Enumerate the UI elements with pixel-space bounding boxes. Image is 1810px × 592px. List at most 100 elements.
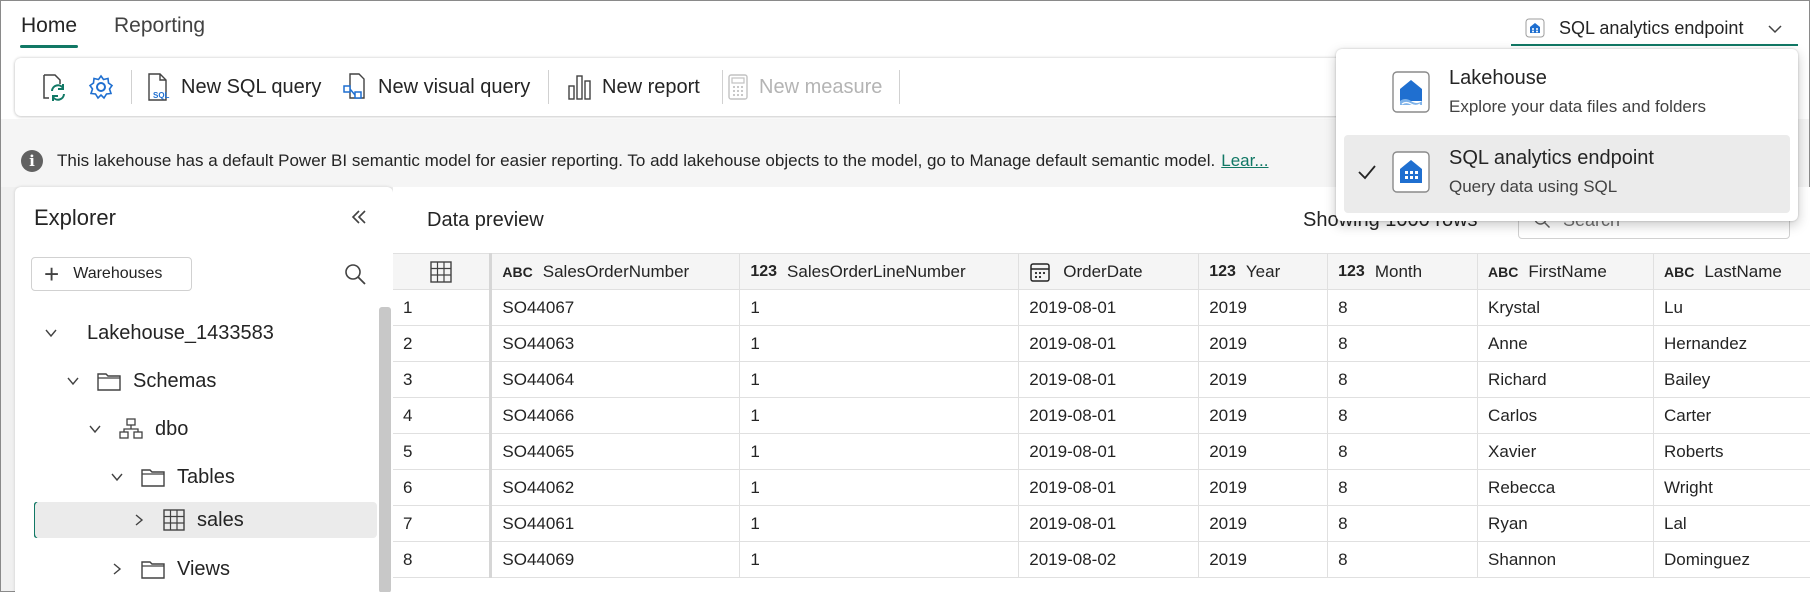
search-icon[interactable] [343,262,367,286]
info-banner: i This lakehouse has a default Power BI … [1,137,1341,185]
chevron-right-icon[interactable] [131,513,147,527]
lakehouse-icon [1392,71,1430,113]
chevron-down-icon[interactable] [43,326,59,340]
text-type-icon: ABC [502,263,533,280]
table-cell: 1 [739,325,1020,362]
table-cell: 2019-08-01 [1018,433,1200,470]
table-row[interactable]: 1 SO44067 1 2019-08-01 2019 8 Krystal Lu [393,289,1810,326]
row-number[interactable]: 4 [393,397,493,434]
tree-item-label: Tables [177,465,235,488]
new-measure-button[interactable]: New measure [725,58,882,116]
table-row[interactable]: 6 SO44062 1 2019-08-01 2019 8 Rebecca Wright [393,469,1810,506]
schema-icon [119,418,143,440]
explorer-title: Explorer [34,205,116,230]
column-name: Year [1245,261,1281,281]
table-cell: 2019-08-01 [1018,397,1200,434]
tree-item-label: sales [197,508,244,531]
table-cell: 2019 [1198,397,1329,434]
table-cell: Carter [1653,397,1810,434]
table-cell: SO44061 [490,505,741,542]
tree-item-sales[interactable]: sales [35,502,377,538]
tree-item-tables[interactable]: Tables [109,459,235,495]
table-icon [430,260,452,283]
info-text: This lakehouse has a default Power BI se… [57,151,1216,170]
table-cell: 2019 [1198,361,1329,398]
table-cell: 1 [739,361,1020,398]
table-row[interactable]: 2 SO44063 1 2019-08-01 2019 8 Anne Hernandez [393,325,1810,362]
refresh-button[interactable] [39,58,75,116]
column-header[interactable]: ABC FirstName [1477,253,1654,290]
data-preview-pane: Data preview Showing 1000 rows Search AB… [393,187,1810,592]
table-cell: 1 [739,433,1020,470]
table-row[interactable]: 8 SO44069 1 2019-08-02 2019 8 Shannon Dominguez [393,541,1810,578]
chevron-down-icon[interactable] [87,422,103,436]
column-header[interactable]: 123 Year [1198,253,1329,290]
table-cell: 2019-08-02 [1018,541,1200,578]
tree-item-views[interactable]: Views [109,551,230,587]
tree-item-lakehouse[interactable]: Lakehouse_1433583 [43,315,274,351]
tree-item-label: dbo [155,417,189,440]
table-cell: 8 [1327,433,1479,470]
new-visual-query-button[interactable]: New visual query [342,58,530,116]
gear-icon [88,74,114,100]
chevron-down-icon[interactable] [65,374,81,388]
option-lakehouse[interactable]: Lakehouse Explore your data files and fo… [1344,55,1790,133]
table-cell: 1 [739,397,1020,434]
table-cell: 1 [739,469,1020,506]
row-number[interactable]: 3 [393,361,493,398]
chevron-down-icon[interactable] [109,470,125,484]
mode-select-dropdown[interactable]: SQL analytics endpoint [1511,12,1798,46]
table-cell: 8 [1327,361,1479,398]
calculator-icon [728,74,748,100]
row-number[interactable]: 8 [393,541,493,578]
chevron-right-icon[interactable] [109,562,125,576]
table-cell: Krystal [1477,289,1654,326]
table-cell: 2019 [1198,469,1329,506]
table-cell: Bailey [1653,361,1810,398]
table-cell: 2019 [1198,433,1329,470]
new-sql-query-button[interactable]: SQL New SQL query [145,58,321,116]
column-header[interactable]: 123 SalesOrderLineNumber [739,253,1020,290]
table-row[interactable]: 7 SO44061 1 2019-08-01 2019 8 Ryan Lal [393,505,1810,542]
table-row[interactable]: 5 SO44065 1 2019-08-01 2019 8 Xavier Roberts [393,433,1810,470]
new-visual-query-label: New visual query [378,75,531,98]
new-report-button[interactable]: New report [566,58,700,116]
chevron-down-icon [1768,25,1782,34]
table-cell: SO44064 [490,361,741,398]
add-warehouses-button[interactable]: + Warehouses [31,257,192,291]
tree-item-label: Lakehouse_1433583 [87,321,274,344]
tab-reporting[interactable]: Reporting [114,14,205,38]
option-sql-analytics-endpoint[interactable]: SQL analytics endpoint Query data using … [1344,135,1790,213]
row-number[interactable]: 7 [393,505,493,542]
table-cell: Wright [1653,469,1810,506]
select-all-header[interactable] [393,253,493,290]
tree-item-dbo[interactable]: dbo [87,411,188,447]
table-row[interactable]: 4 SO44066 1 2019-08-01 2019 8 Carlos Carter [393,397,1810,434]
table-cell: Shannon [1477,541,1654,578]
settings-button[interactable] [87,58,123,116]
row-number[interactable]: 5 [393,433,493,470]
text-type-icon: ABC [1663,263,1695,280]
row-number[interactable]: 1 [393,289,493,326]
column-header[interactable]: 123 Month [1327,253,1479,290]
collapse-pane-icon[interactable] [349,207,369,227]
learn-more-link[interactable]: Lear... [1221,151,1268,171]
row-number[interactable]: 2 [393,325,493,362]
svg-text:SQL: SQL [153,91,170,100]
column-header[interactable]: OrderDate [1018,253,1200,290]
tab-home[interactable]: Home [19,14,79,48]
column-header[interactable]: ABC LastName [1653,253,1810,290]
table-cell: Ryan [1477,505,1654,542]
option-subtitle: Explore your data files and folders [1449,97,1707,116]
column-header[interactable]: ABC SalesOrderNumber [490,253,741,290]
tree-scrollbar[interactable] [379,307,391,592]
table-cell: Richard [1477,361,1654,398]
table-row[interactable]: 3 SO44064 1 2019-08-01 2019 8 Richard Bailey [393,361,1810,398]
add-warehouses-label: Warehouses [73,265,163,282]
refresh-icon [43,74,65,101]
new-report-label: New report [602,75,700,98]
folder-icon [141,467,165,487]
table-cell: 2019-08-01 [1018,361,1200,398]
row-number[interactable]: 6 [393,469,493,506]
tree-item-schemas[interactable]: Schemas [65,363,216,399]
